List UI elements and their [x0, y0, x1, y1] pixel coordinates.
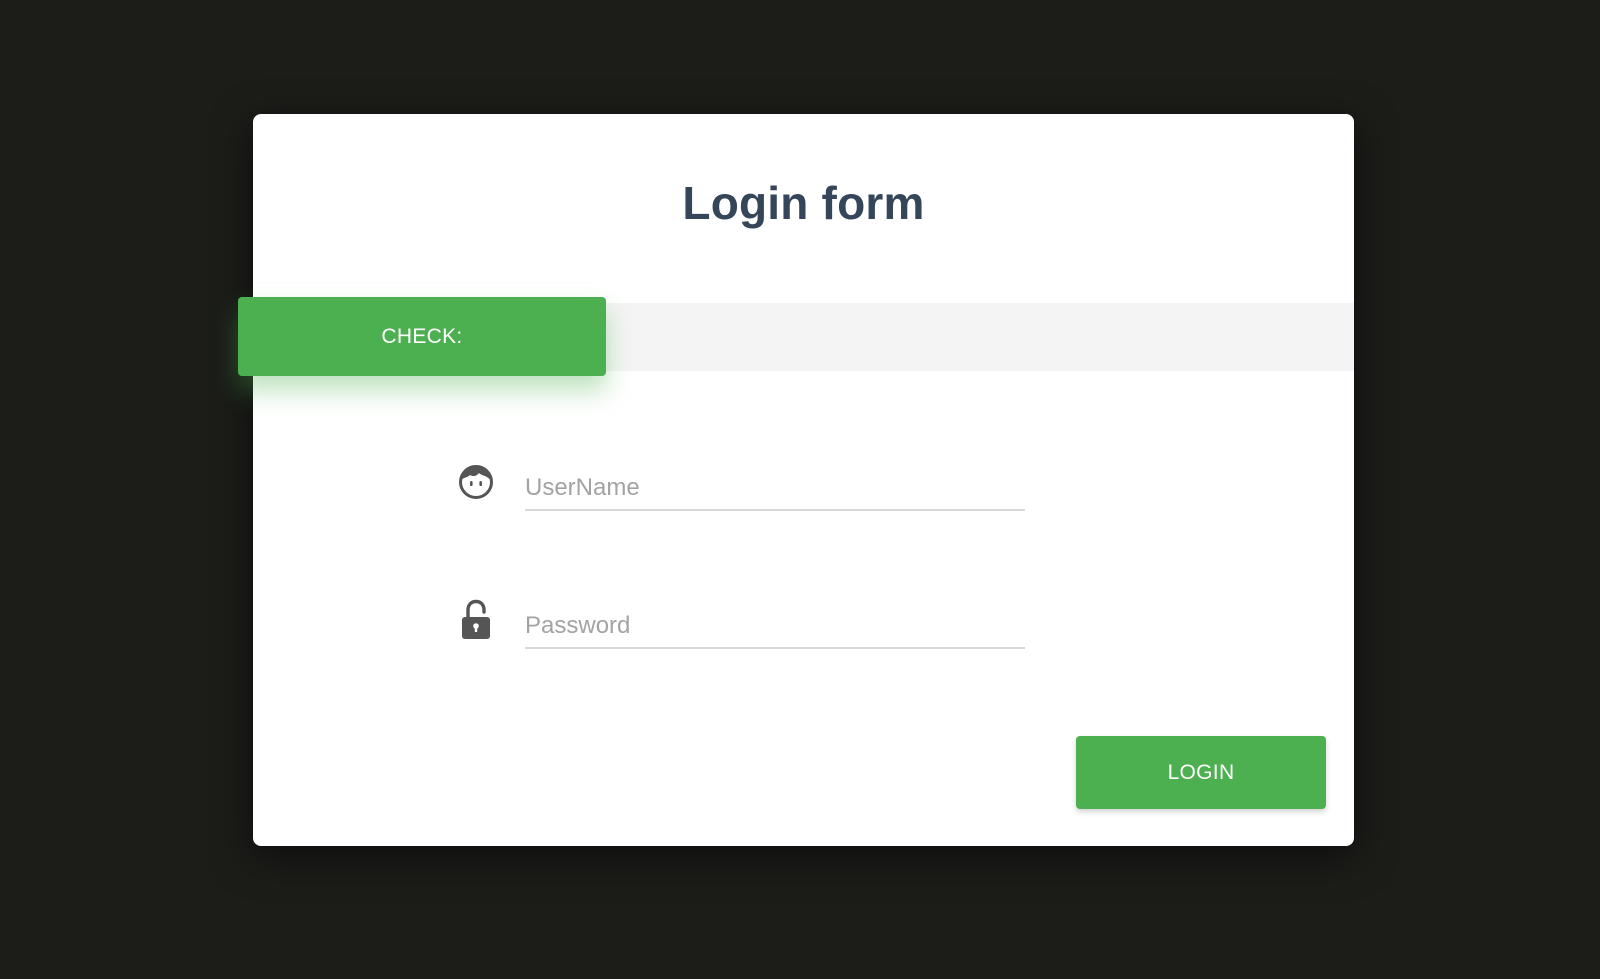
login-card: Login form CHECK: UserName LOGIN — [238, 114, 1354, 846]
login-button[interactable]: LOGIN — [1076, 736, 1326, 809]
unlocked-padlock-icon — [458, 599, 494, 640]
page-title: Login form — [682, 177, 925, 229]
username-row — [458, 462, 1025, 522]
user-face-icon — [458, 462, 494, 502]
password-row — [458, 599, 1025, 660]
page: Login form CHECK: UserName LOGIN — [0, 0, 1600, 979]
check-button[interactable]: CHECK: — [238, 297, 606, 376]
password-input[interactable] — [525, 605, 1025, 649]
username-input[interactable] — [525, 467, 1025, 511]
